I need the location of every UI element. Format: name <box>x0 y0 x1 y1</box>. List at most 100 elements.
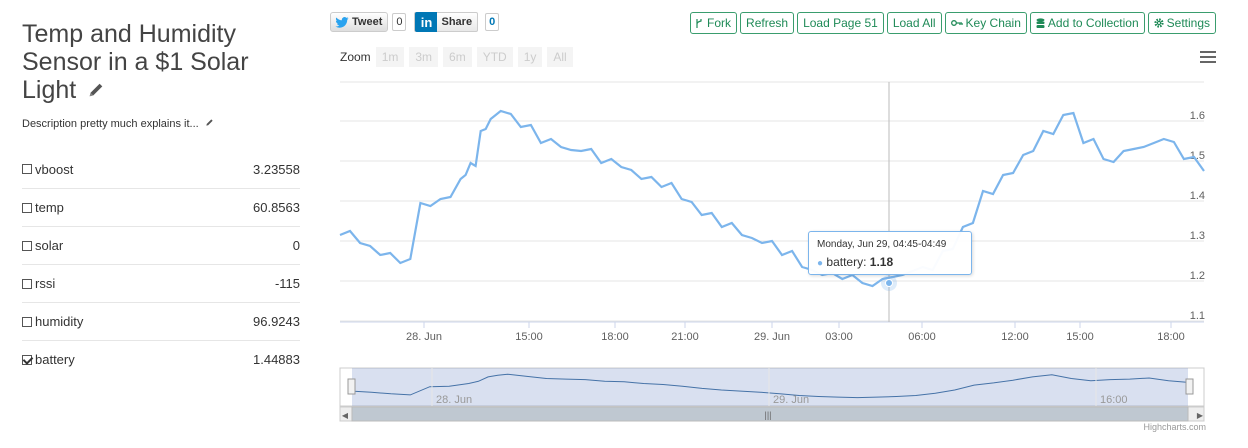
field-value: 60.8563 <box>253 200 300 215</box>
fork-button[interactable]: Fork <box>690 12 738 34</box>
field-checkbox[interactable] <box>22 202 32 213</box>
tooltip-series-dot: ● <box>817 258 824 269</box>
edit-title-icon[interactable] <box>87 81 105 99</box>
field-label: solar <box>22 238 63 253</box>
x-tick-label: 06:00 <box>908 331 936 343</box>
field-checkbox[interactable] <box>22 278 32 289</box>
settings-button[interactable]: Settings <box>1147 12 1216 34</box>
database-icon <box>1036 17 1045 28</box>
navigator-label: 16:00 <box>1100 394 1128 406</box>
description-text: Description pretty much explains it... <box>22 118 199 130</box>
linkedin-share-button[interactable]: in Share <box>414 12 479 32</box>
x-tick-label: 03:00 <box>825 331 853 343</box>
scroll-right-arrow: ▶ <box>1197 411 1204 420</box>
chart-container: Zoom 1m 3m 6m YTD 1y All 1.1 1.2 1.3 1.4 1.5… <box>336 40 1216 440</box>
scrollbar-grip: ||| <box>764 410 771 420</box>
field-value: -115 <box>274 276 300 291</box>
field-label: humidity <box>22 314 83 329</box>
field-name: solar <box>35 238 64 253</box>
field-name: vboost <box>35 161 74 177</box>
tweet-button[interactable]: Tweet <box>330 12 389 32</box>
field-label: rssi <box>22 276 55 291</box>
settings-label: Settings <box>1166 16 1210 30</box>
field-name: humidity <box>35 314 84 329</box>
linkedin-icon: in <box>415 12 438 32</box>
field-label: vboost <box>22 162 73 177</box>
key-chain-label: Key Chain <box>965 16 1021 30</box>
field-value: 1.44883 <box>253 352 300 367</box>
y-tick-label: 1.6 <box>1190 110 1205 122</box>
refresh-label: Refresh <box>746 16 789 30</box>
stream-info-panel: Temp and Humidity Sensor in a $1 Solar L… <box>22 20 300 378</box>
gear-icon <box>1154 18 1164 28</box>
hover-point <box>885 279 893 287</box>
navigator-selection <box>352 368 1188 406</box>
fork-label: Fork <box>707 16 732 30</box>
field-row-humidity: humidity 96.9243 <box>22 302 300 340</box>
y-tick-label: 1.4 <box>1190 190 1205 202</box>
field-row-battery: battery 1.44883 <box>22 340 300 378</box>
field-name: temp <box>35 200 64 215</box>
y-tick-label: 1.2 <box>1190 270 1205 282</box>
tooltip-series-name: battery: <box>826 255 867 269</box>
field-list: vboost 3.23558 temp 60.8563 solar 0 rssi -115 hu… <box>22 150 300 378</box>
chart-tooltip: Monday, Jun 29, 04:45-04:49 ● battery: 1… <box>808 231 972 275</box>
field-value: 96.9243 <box>253 314 300 329</box>
field-row-vboost: vboost 3.23558 <box>22 150 300 188</box>
key-icon <box>950 20 963 26</box>
tooltip-date: Monday, Jun 29, 04:45-04:49 <box>817 239 947 250</box>
navigator-handle <box>347 378 356 395</box>
x-tick-label: 15:00 <box>1066 331 1094 343</box>
social-buttons: Tweet 0 in Share 0 <box>330 12 500 32</box>
battery-series-line <box>339 109 1205 288</box>
field-label: battery <box>22 352 75 367</box>
add-to-collection-button[interactable]: Add to Collection <box>1029 12 1145 34</box>
battery-chart[interactable]: 1.11.21.31.41.51.628. Jun 15:00 18:00 21:00… <box>336 40 1216 440</box>
field-row-rssi: rssi -115 <box>22 264 300 302</box>
tweet-label: Tweet <box>352 16 383 28</box>
load-all-button[interactable]: Load All <box>886 12 942 34</box>
navigator-handle <box>1185 378 1194 395</box>
fork-icon <box>696 18 702 28</box>
x-tick-label: 18:00 <box>1157 331 1185 343</box>
share-count: 0 <box>485 13 500 31</box>
field-row-solar: solar 0 <box>22 226 300 264</box>
field-value: 0 <box>292 238 300 253</box>
field-value: 3.23558 <box>253 161 300 177</box>
x-tick-label: 12:00 <box>1001 331 1029 343</box>
field-row-temp: temp 60.8563 <box>22 188 300 226</box>
field-checkbox[interactable] <box>22 316 32 327</box>
refresh-button[interactable]: Refresh <box>740 12 795 34</box>
field-name: battery <box>35 352 75 367</box>
stream-description: Description pretty much explains it... <box>22 118 300 130</box>
y-tick-label: 1.3 <box>1190 230 1205 242</box>
load-page-button[interactable]: Load Page 51 <box>797 12 884 34</box>
tweet-count: 0 <box>392 13 407 31</box>
scroll-left-arrow: ◀ <box>342 411 349 420</box>
field-checkbox[interactable] <box>22 354 32 365</box>
x-tick-label: 28. Jun <box>406 331 442 343</box>
edit-description-icon[interactable] <box>205 118 214 127</box>
x-tick-label: 29. Jun <box>754 331 790 343</box>
key-chain-button[interactable]: Key Chain <box>944 12 1027 34</box>
x-tick-label: 15:00 <box>515 331 543 343</box>
highcharts-credits[interactable]: Highcharts.com <box>1143 422 1206 432</box>
load-page-label: Load Page 51 <box>803 16 878 30</box>
share-label: Share <box>441 16 473 28</box>
field-checkbox[interactable] <box>22 240 32 251</box>
stream-title: Temp and Humidity Sensor in a $1 Solar L… <box>22 20 300 104</box>
x-tick-label: 18:00 <box>601 331 629 343</box>
tooltip-value: 1.18 <box>869 255 894 269</box>
x-tick-label: 21:00 <box>671 331 699 343</box>
navigator-label: 29. Jun <box>773 394 809 406</box>
field-name: rssi <box>35 276 56 291</box>
add-to-collection-label: Add to Collection <box>1047 16 1139 30</box>
twitter-bird-icon <box>335 16 349 28</box>
y-tick-label: 1.1 <box>1190 310 1205 322</box>
field-label: temp <box>22 200 64 215</box>
navigator-label: 28. Jun <box>436 394 472 406</box>
stream-title-text: Temp and Humidity Sensor in a $1 Solar L… <box>22 20 249 104</box>
load-all-label: Load All <box>892 16 936 30</box>
stream-toolbar: Fork Refresh Load Page 51 Load All Key C… <box>690 12 1216 34</box>
field-checkbox[interactable] <box>22 164 32 174</box>
